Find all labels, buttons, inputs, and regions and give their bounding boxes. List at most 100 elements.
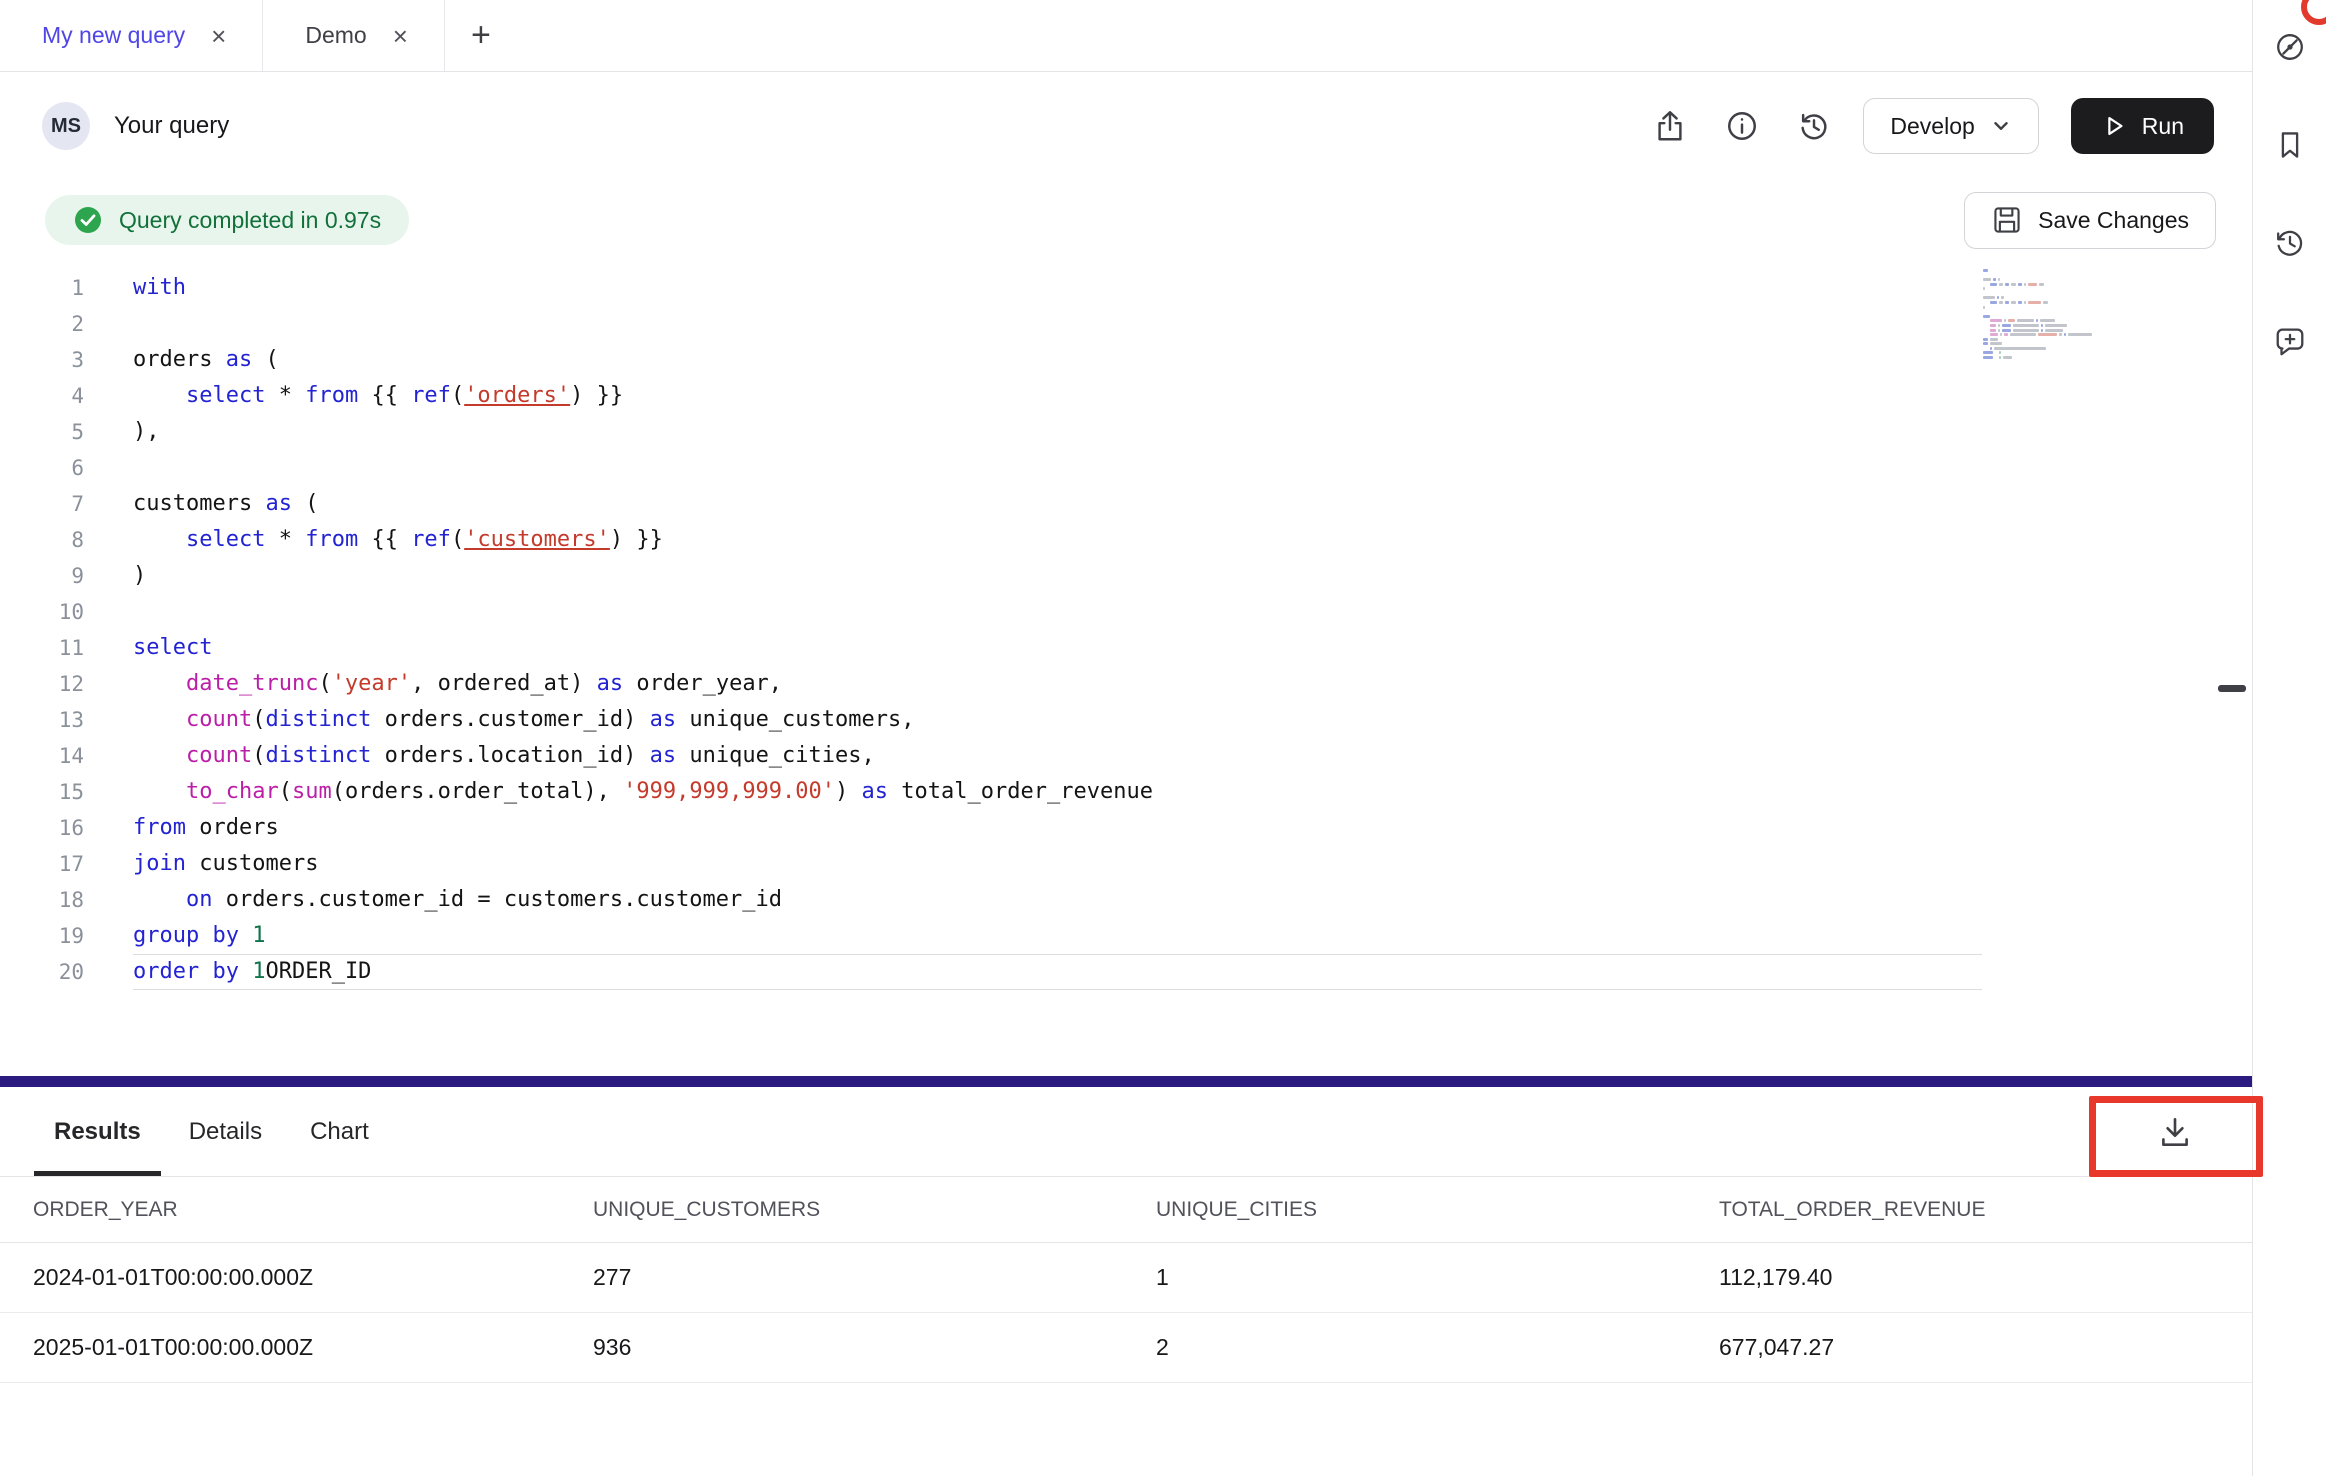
header-actions: Develop Run	[1647, 98, 2214, 154]
code-line[interactable]: 18 on orders.customer_id = customers.cus…	[0, 882, 2252, 918]
code-line[interactable]: 19 group by 1	[0, 918, 2252, 954]
table-cell: 1	[1156, 1264, 1719, 1291]
code-text: orders as (	[133, 342, 279, 378]
column-header: UNIQUE_CITIES	[1156, 1198, 1719, 1222]
clock-history-icon[interactable]	[2271, 224, 2309, 262]
code-line[interactable]: 8 select * from {{ ref('customers') }}	[0, 522, 2252, 558]
info-icon[interactable]	[1719, 103, 1765, 149]
table-row[interactable]: 2024-01-01T00:00:00.000Z2771112,179.40	[0, 1243, 2252, 1313]
table-cell: 2025-01-01T00:00:00.000Z	[33, 1334, 593, 1361]
table-cell: 112,179.40	[1719, 1264, 2252, 1291]
column-header: TOTAL_ORDER_REVENUE	[1719, 1198, 2252, 1222]
minimap[interactable]	[1983, 268, 2095, 360]
results-tab-chart[interactable]: Chart	[310, 1087, 369, 1176]
results-table-head: ORDER_YEARUNIQUE_CUSTOMERSUNIQUE_CITIEST…	[0, 1177, 2252, 1243]
code-text: select * from {{ ref('customers') }}	[133, 522, 663, 558]
model-ref-link[interactable]: 'customers'	[464, 527, 610, 552]
line-number: 6	[0, 450, 112, 486]
results-table: ORDER_YEARUNIQUE_CUSTOMERSUNIQUE_CITIEST…	[0, 1177, 2252, 1383]
tab-strip: My new query×Demo×	[0, 0, 445, 71]
line-number: 19	[0, 918, 112, 954]
history-icon[interactable]	[1791, 103, 1837, 149]
code-line[interactable]: 9)	[0, 558, 2252, 594]
line-number: 3	[0, 342, 112, 378]
code-line[interactable]: 17join customers	[0, 846, 2252, 882]
line-number: 2	[0, 306, 112, 342]
tab-my-new-query[interactable]: My new query×	[0, 0, 263, 71]
play-icon	[2101, 113, 2127, 139]
run-button-label: Run	[2142, 113, 2184, 140]
compass-icon[interactable]	[2271, 28, 2309, 66]
save-icon	[1991, 204, 2023, 236]
editor-scrollbar-thumb[interactable]	[2218, 685, 2246, 692]
code-lines: 1with23orders as (4 select * from {{ ref…	[0, 270, 2252, 990]
column-header: ORDER_YEAR	[33, 1198, 593, 1222]
recording-indicator-icon	[2301, 0, 2326, 25]
code-text: customers as (	[133, 486, 318, 522]
code-line[interactable]: 7 customers as (	[0, 486, 2252, 522]
new-tab-button[interactable]: +	[445, 0, 517, 71]
check-circle-icon	[73, 205, 103, 235]
code-text: group by 1	[133, 918, 265, 954]
line-number: 14	[0, 738, 112, 774]
line-number: 10	[0, 594, 112, 630]
line-number: 7	[0, 486, 112, 522]
table-cell: 2024-01-01T00:00:00.000Z	[33, 1264, 593, 1291]
code-text: ),	[133, 414, 160, 450]
code-line[interactable]: 3 orders as (	[0, 342, 2252, 378]
code-line[interactable]: 1 with	[0, 270, 2252, 306]
code-line[interactable]: 15 to_char(sum(orders.order_total), '999…	[0, 774, 2252, 810]
line-number: 1	[0, 270, 112, 306]
develop-button[interactable]: Develop	[1863, 98, 2038, 154]
line-number: 18	[0, 882, 112, 918]
line-number: 4	[0, 378, 112, 414]
results-tabs: Results Details Chart	[54, 1087, 417, 1176]
code-text: count(distinct orders.location_id) as un…	[133, 738, 875, 774]
line-number: 20	[0, 954, 112, 990]
code-line[interactable]: 6	[0, 450, 2252, 486]
table-cell: 2	[1156, 1334, 1719, 1361]
code-line[interactable]: 12 date_trunc('year', ordered_at) as ord…	[0, 666, 2252, 702]
code-text: with	[133, 270, 186, 306]
code-line[interactable]: 20 order by 1ORDER_ID	[0, 954, 2252, 990]
results-tab-results[interactable]: Results	[54, 1087, 141, 1176]
run-button[interactable]: Run	[2071, 98, 2214, 154]
code-line[interactable]: 14 count(distinct orders.location_id) as…	[0, 738, 2252, 774]
code-text: order by 1ORDER_ID	[133, 954, 371, 990]
code-line[interactable]: 13 count(distinct orders.customer_id) as…	[0, 702, 2252, 738]
table-row[interactable]: 2025-01-01T00:00:00.000Z9362677,047.27	[0, 1313, 2252, 1383]
sql-editor[interactable]: 1with23orders as (4 select * from {{ ref…	[0, 260, 2252, 1076]
code-line[interactable]: 10	[0, 594, 2252, 630]
code-line[interactable]: 5),	[0, 414, 2252, 450]
line-number: 13	[0, 702, 112, 738]
panel-divider[interactable]	[0, 1076, 2252, 1087]
code-text: join customers	[133, 846, 318, 882]
code-text: select * from {{ ref('orders') }}	[133, 378, 623, 414]
save-changes-button[interactable]: Save Changes	[1964, 192, 2216, 249]
chevron-down-icon	[1990, 115, 2012, 137]
code-line[interactable]: 16from orders	[0, 810, 2252, 846]
download-results-button[interactable]	[2153, 1110, 2197, 1154]
query-status-text: Query completed in 0.97s	[119, 207, 381, 234]
tab-demo[interactable]: Demo×	[263, 0, 445, 71]
line-number: 9	[0, 558, 112, 594]
tab-bar: My new query×Demo× +	[0, 0, 2252, 72]
minimap-line	[1983, 355, 2095, 360]
main-panel: My new query×Demo× + MS Your query	[0, 0, 2253, 1476]
code-line[interactable]: 11select	[0, 630, 2252, 666]
close-tab-icon[interactable]: ×	[393, 23, 408, 49]
code-line[interactable]: 4 select * from {{ ref('orders') }}	[0, 378, 2252, 414]
close-tab-icon[interactable]: ×	[211, 23, 226, 49]
code-line[interactable]: 2	[0, 306, 2252, 342]
develop-button-label: Develop	[1890, 113, 1974, 140]
line-number: 5	[0, 414, 112, 450]
line-number: 11	[0, 630, 112, 666]
column-header: UNIQUE_CUSTOMERS	[593, 1198, 1156, 1222]
results-tab-details[interactable]: Details	[189, 1087, 262, 1176]
bookmark-icon[interactable]	[2271, 126, 2309, 164]
share-icon[interactable]	[1647, 103, 1693, 149]
results-table-body: 2024-01-01T00:00:00.000Z2771112,179.4020…	[0, 1243, 2252, 1383]
line-number: 8	[0, 522, 112, 558]
chat-add-icon[interactable]	[2271, 322, 2309, 360]
model-ref-link[interactable]: 'orders'	[464, 383, 570, 408]
